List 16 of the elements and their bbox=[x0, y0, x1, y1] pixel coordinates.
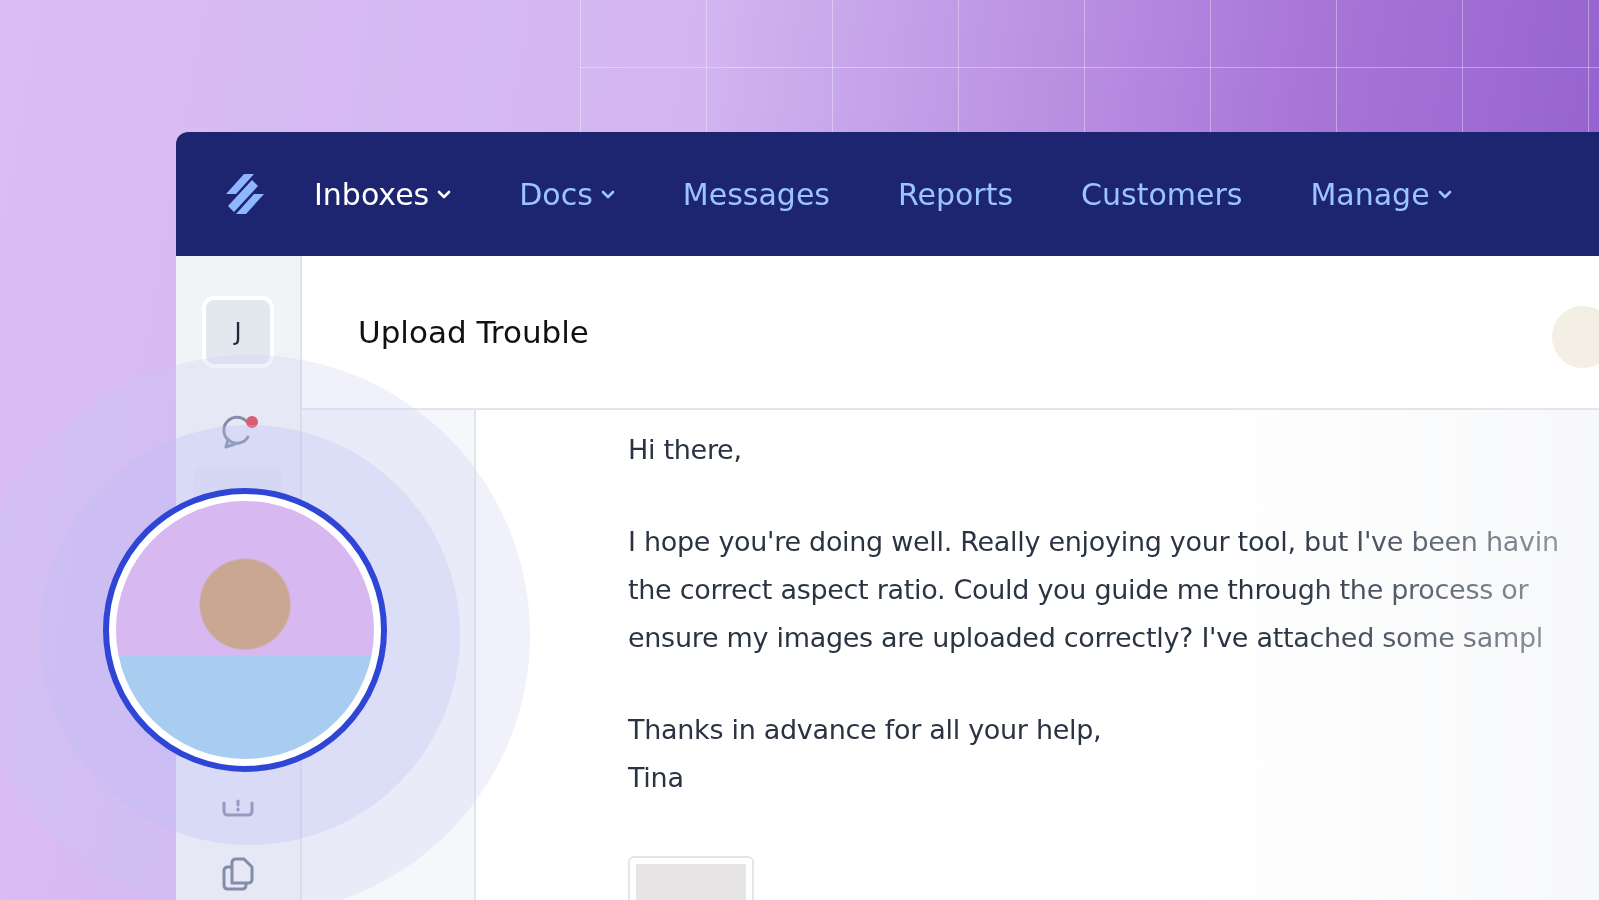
closing-text: Thanks in advance for all your help, bbox=[628, 713, 1103, 747]
chevron-down-icon bbox=[437, 189, 452, 199]
nav-tab[interactable]: Reports bbox=[898, 176, 1014, 212]
nav-tab[interactable]: Messages bbox=[682, 176, 830, 212]
user-initial-button[interactable]: J bbox=[202, 296, 274, 368]
signature-text: Tina bbox=[628, 761, 685, 795]
nav-tab[interactable]: Customers bbox=[1081, 176, 1243, 212]
greeting-text: Hi there, bbox=[628, 433, 743, 467]
nav-tab[interactable]: Manage bbox=[1310, 176, 1452, 212]
unread-dot bbox=[246, 416, 258, 428]
chevron-down-icon bbox=[1437, 189, 1452, 199]
nav-tab[interactable]: Docs bbox=[519, 176, 615, 212]
chevron-down-icon bbox=[600, 189, 615, 199]
conversation-title: Upload Trouble bbox=[358, 314, 589, 350]
avatar-placeholder bbox=[1552, 306, 1599, 368]
nav-tab[interactable]: Inboxes bbox=[314, 176, 452, 212]
